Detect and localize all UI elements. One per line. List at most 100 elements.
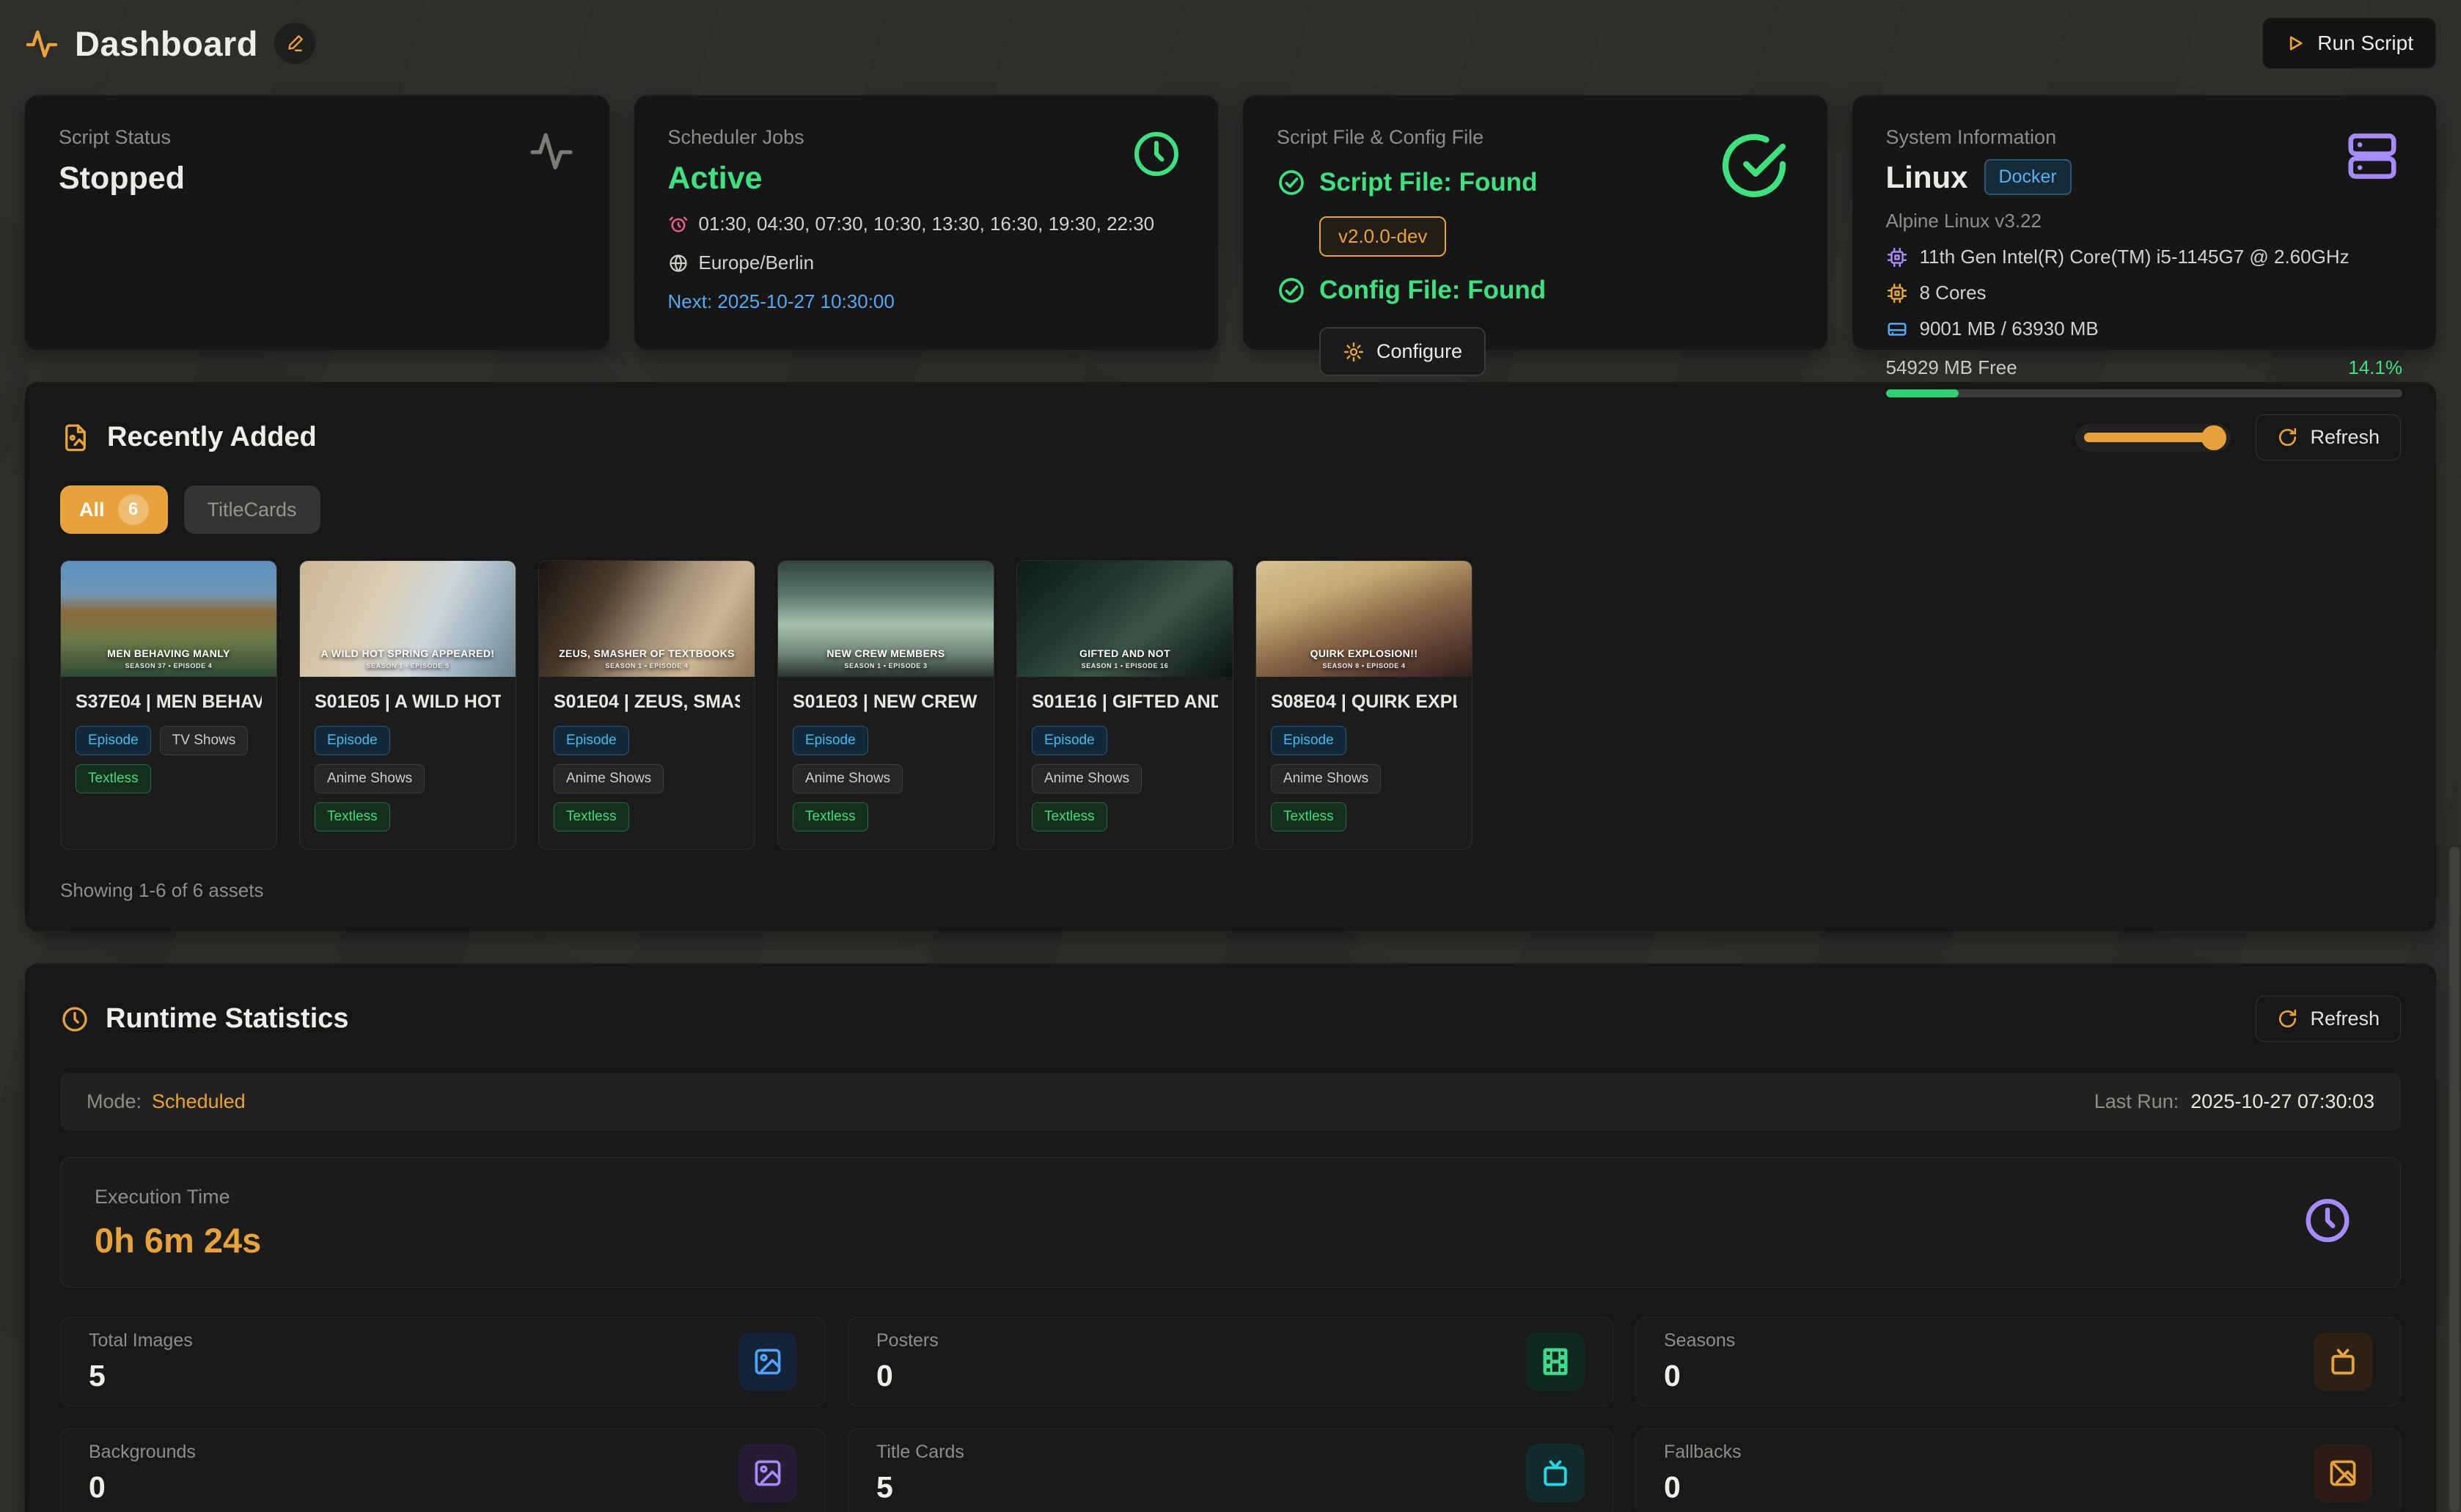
section-title: Recently Added — [107, 422, 317, 453]
globe-icon — [668, 253, 689, 274]
version-badge: v2.0.0-dev — [1319, 216, 1446, 257]
tag-textless: Textless — [315, 802, 390, 832]
asset-thumbnail: ZEUS, SMASHER OF TEXTBOOKSSEASON 1 • EPI… — [539, 561, 755, 677]
all-count-badge: 6 — [118, 494, 149, 525]
asset-card[interactable]: A WILD HOT SPRING APPEARED!SEASON 1 • EP… — [299, 560, 516, 850]
card-label: System Information — [1886, 126, 2403, 149]
tag-textless: Textless — [76, 764, 151, 793]
scrollbar-thumb[interactable] — [2449, 847, 2460, 1512]
tv-icon — [2314, 1332, 2372, 1391]
image-icon — [738, 1332, 797, 1391]
clock-icon — [60, 1005, 89, 1034]
gear-icon — [1343, 341, 1365, 363]
status-card-row: Script Status Stopped Scheduler Jobs Act… — [25, 95, 2436, 350]
stat-title-cards: Title Cards5 — [848, 1428, 1613, 1512]
refresh-button[interactable]: Refresh — [2256, 996, 2401, 1042]
execution-time-value: 0h 6m 24s — [95, 1220, 2366, 1260]
refresh-icon — [2277, 1008, 2298, 1030]
scheduler-status-value: Active — [668, 161, 1185, 197]
tag-episode: Episode — [315, 726, 390, 755]
stat-total-images: Total Images5 — [60, 1317, 826, 1406]
image-icon — [738, 1444, 797, 1502]
asset-thumbnail: A WILD HOT SPRING APPEARED!SEASON 1 • EP… — [300, 561, 516, 677]
asset-card[interactable]: QUIRK EXPLOSION!!SEASON 8 • EPISODE 4 S0… — [1255, 560, 1472, 850]
docker-badge: Docker — [1984, 159, 2072, 195]
tag-library: Anime Shows — [1032, 764, 1142, 793]
dashboard-page: Dashboard Run Script Script Status Stopp… — [0, 0, 2461, 1512]
tag-episode: Episode — [1271, 726, 1346, 755]
cpu-row: 11th Gen Intel(R) Core(TM) i5-1145G7 @ 2… — [1886, 246, 2403, 268]
thumbnail-size-slider[interactable] — [2075, 424, 2231, 452]
stat-fallbacks: Fallbacks0 — [1635, 1428, 2401, 1512]
hard-drive-icon — [1886, 318, 1908, 340]
asset-card[interactable]: ZEUS, SMASHER OF TEXTBOOKSSEASON 1 • EPI… — [538, 560, 755, 850]
memory-progress-fill — [1886, 389, 1959, 397]
asset-card[interactable]: GIFTED AND NOTSEASON 1 • EPISODE 16 S01E… — [1016, 560, 1233, 850]
cores-row: 8 Cores — [1886, 282, 2403, 304]
refresh-button[interactable]: Refresh — [2256, 414, 2401, 460]
tag-textless: Textless — [554, 802, 629, 832]
asset-thumbnail: MEN BEHAVING MANLYSEASON 37 • EPISODE 4 — [61, 561, 276, 677]
asset-thumbnail: NEW CREW MEMBERSSEASON 1 • EPISODE 3 — [778, 561, 994, 677]
config-file-status: Config File: Found — [1277, 276, 1794, 305]
memory-free-label: 54929 MB Free — [1886, 356, 2017, 379]
configure-button[interactable]: Configure — [1319, 327, 1486, 376]
tag-library: Anime Shows — [1271, 764, 1381, 793]
filter-all-chip[interactable]: All 6 — [60, 485, 168, 534]
asset-card[interactable]: NEW CREW MEMBERSSEASON 1 • EPISODE 3 S01… — [777, 560, 994, 850]
tag-library: Anime Shows — [315, 764, 425, 793]
tag-textless: Textless — [1271, 802, 1346, 832]
clock-icon — [1130, 128, 1183, 184]
scheduler-times-row: 01:30, 04:30, 07:30, 10:30, 13:30, 16:30… — [668, 213, 1185, 235]
filter-chips: All 6 TitleCards — [60, 485, 2401, 534]
next-run-time: Next: 2025-10-27 10:30:00 — [668, 290, 1185, 313]
tag-library: Anime Shows — [793, 764, 903, 793]
execution-time-label: Execution Time — [95, 1186, 2366, 1208]
os-name: Linux — [1886, 160, 1968, 195]
scheduler-timezone-row: Europe/Berlin — [668, 252, 1185, 274]
card-label: Scheduler Jobs — [668, 126, 1185, 149]
tv-icon — [1526, 1444, 1585, 1502]
last-run-label: Last Run: — [2094, 1090, 2179, 1112]
stat-seasons: Seasons0 — [1635, 1317, 2401, 1406]
memory-progress-bar — [1886, 389, 2403, 397]
files-card: Script File & Config File Script File: F… — [1243, 95, 1827, 350]
memory-row: 9001 MB / 63930 MB — [1886, 318, 2403, 340]
refresh-icon — [2277, 427, 2298, 448]
check-circle-icon — [1277, 276, 1306, 305]
asset-caption: S01E05 | A WILD HOT SP... — [315, 691, 501, 713]
server-icon — [2344, 128, 2401, 188]
filter-titlecards-chip[interactable]: TitleCards — [184, 485, 320, 534]
check-circle-icon — [1277, 168, 1306, 197]
file-image-icon — [60, 422, 91, 453]
tag-library: Anime Shows — [554, 764, 664, 793]
scheduler-jobs-card: Scheduler Jobs Active 01:30, 04:30, 07:3… — [634, 95, 1219, 350]
check-circle-icon — [1716, 128, 1792, 208]
assets-count-text: Showing 1-6 of 6 assets — [60, 879, 2401, 902]
image-off-icon — [2314, 1444, 2372, 1502]
edit-dashboard-button[interactable] — [274, 23, 315, 64]
card-label: Script Status — [59, 126, 576, 149]
slider-thumb[interactable] — [2201, 425, 2226, 450]
page-scrollbar[interactable] — [2449, 0, 2460, 1512]
asset-caption: S01E04 | ZEUS, SMASHER... — [554, 691, 740, 713]
asset-caption: S01E03 | NEW CREW ME... — [793, 691, 979, 713]
asset-caption: S01E16 | GIFTED AND NOT — [1032, 691, 1218, 713]
page-title: Dashboard — [75, 23, 258, 64]
asset-card[interactable]: MEN BEHAVING MANLYSEASON 37 • EPISODE 4 … — [60, 560, 277, 850]
tag-episode: Episode — [76, 726, 151, 755]
stat-posters: Posters0 — [848, 1317, 1613, 1406]
tag-episode: Episode — [793, 726, 868, 755]
asset-caption: S08E04 | QUIRK EXPLOSI... — [1271, 691, 1457, 713]
cpu-icon — [1886, 282, 1908, 304]
stats-grid: Total Images5 Posters0 Seasons0 Backgrou… — [60, 1317, 2401, 1512]
tag-episode: Episode — [1032, 726, 1107, 755]
asset-caption: S37E04 | MEN BEHAVING... — [76, 691, 262, 713]
stat-backgrounds: Backgrounds0 — [60, 1428, 826, 1512]
run-script-button[interactable]: Run Script — [2262, 18, 2436, 69]
cpu-icon — [1886, 246, 1908, 268]
tag-episode: Episode — [554, 726, 629, 755]
runtime-statistics-section: Runtime Statistics Refresh Mode:Schedule… — [25, 964, 2436, 1512]
activity-pulse-icon — [529, 128, 574, 177]
mode-label: Mode: — [87, 1090, 142, 1112]
